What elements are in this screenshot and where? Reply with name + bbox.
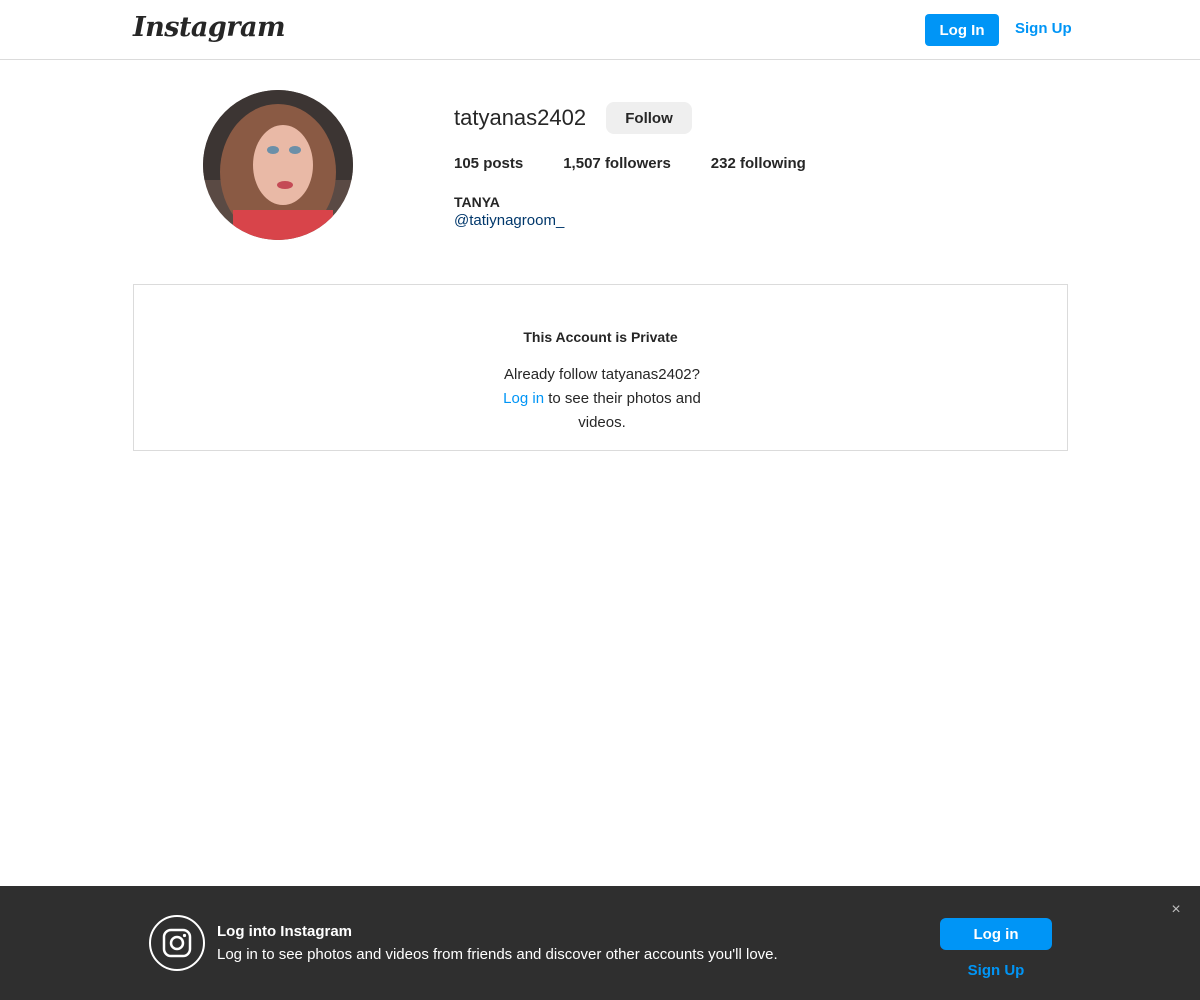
- posts-count: 105: [454, 155, 480, 172]
- close-icon[interactable]: ×: [1168, 900, 1184, 920]
- stat-posts: 105 posts: [454, 155, 523, 172]
- stat-followers[interactable]: 1,507 followers: [563, 155, 671, 172]
- private-login-link[interactable]: Log in: [503, 390, 544, 407]
- followers-count: 1,507: [563, 155, 601, 172]
- bio-handle-link[interactable]: @tatiynagroom_: [454, 212, 564, 229]
- instagram-logo[interactable]: Instagram: [133, 12, 286, 43]
- profile-avatar: [203, 90, 353, 240]
- private-message: Already follow tatyanas2402? Log in to s…: [491, 363, 713, 435]
- login-banner: Log into Instagram Log in to see photos …: [0, 886, 1200, 1000]
- private-msg-suffix: to see their photos and videos.: [548, 390, 701, 431]
- followers-label: followers: [604, 155, 671, 172]
- private-title: This Account is Private: [523, 329, 678, 345]
- stat-following[interactable]: 232 following: [711, 155, 806, 172]
- top-nav: Instagram Log In Sign Up: [0, 0, 1200, 60]
- banner-title: Log into Instagram: [217, 923, 352, 940]
- profile-stats: 105 posts 1,507 followers 232 following: [454, 155, 846, 172]
- posts-label: posts: [483, 155, 524, 172]
- instagram-icon: [149, 915, 205, 971]
- banner-login-button[interactable]: Log in: [940, 918, 1052, 950]
- following-count: 232: [710, 155, 736, 172]
- private-msg-prefix: Already follow tatyanas2402?: [504, 366, 700, 383]
- banner-signup-link[interactable]: Sign Up: [940, 962, 1052, 979]
- follow-button[interactable]: Follow: [606, 102, 692, 134]
- login-button[interactable]: Log In: [925, 14, 999, 46]
- banner-subtitle: Log in to see photos and videos from fri…: [217, 946, 778, 963]
- profile-full-name: TANYA: [454, 194, 500, 210]
- following-label: following: [740, 155, 806, 172]
- profile-username: tatyanas2402: [454, 105, 587, 130]
- private-account-notice: This Account is Private Already follow t…: [133, 284, 1068, 451]
- signup-link[interactable]: Sign Up: [1015, 20, 1072, 37]
